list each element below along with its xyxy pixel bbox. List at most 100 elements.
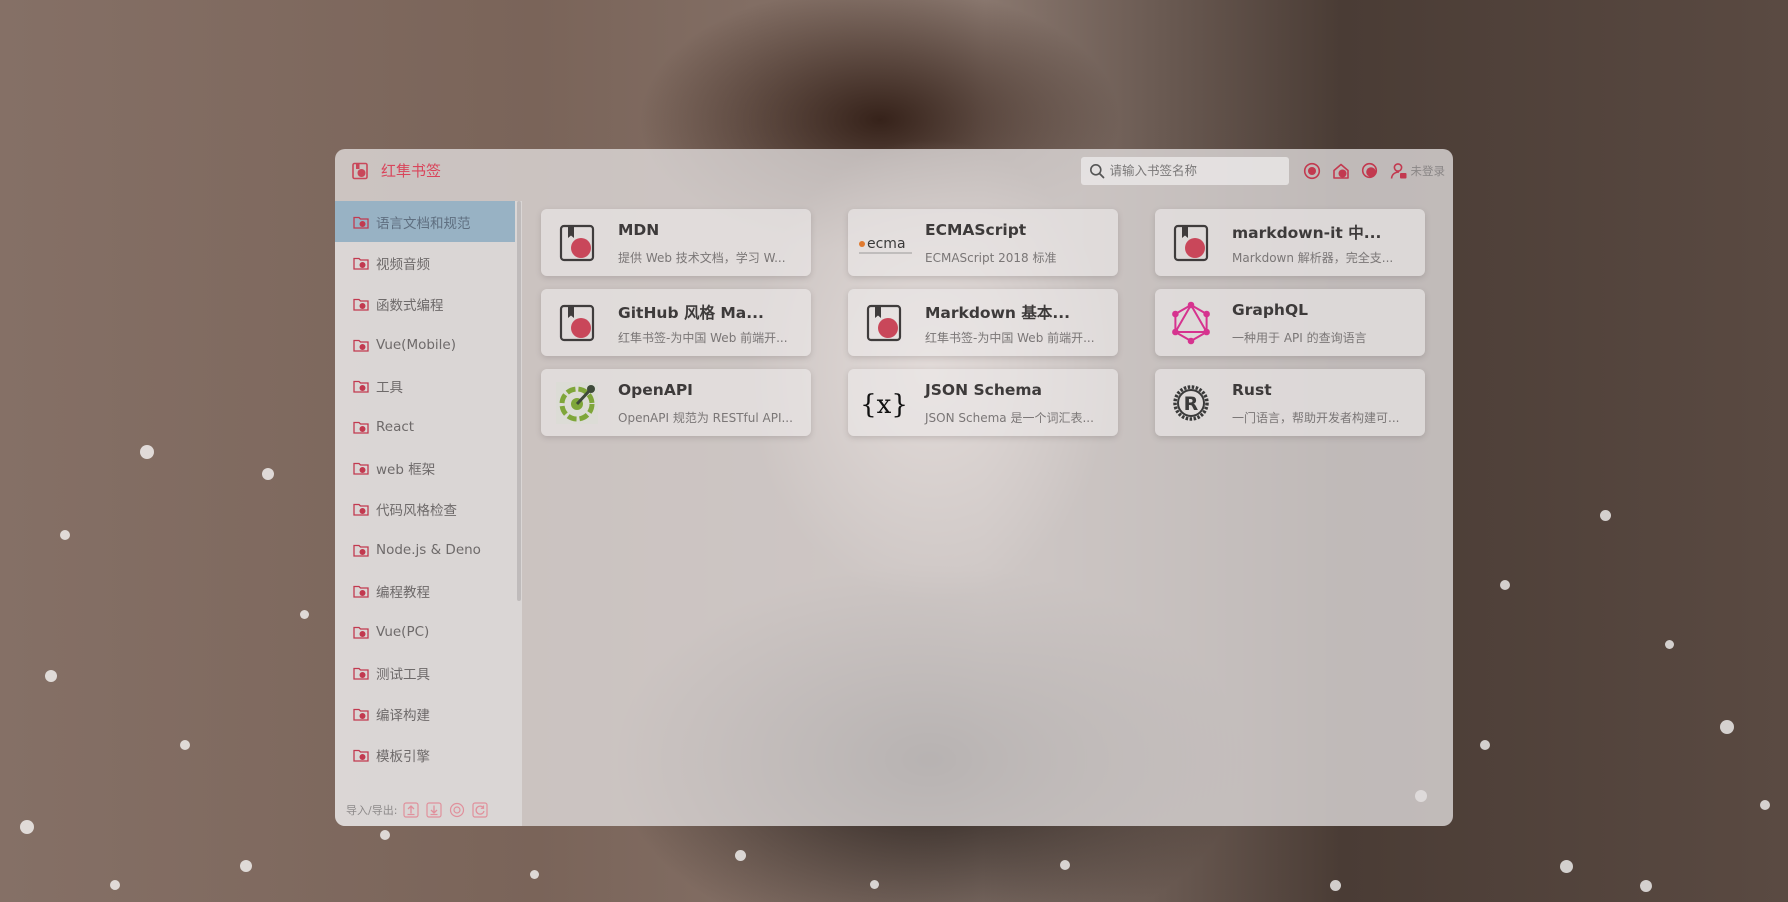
sidebar-item-label: 视频音频 bbox=[376, 256, 430, 273]
sidebar-item-label: 工具 bbox=[376, 379, 403, 396]
sidebar-item-tools[interactable]: 工具 bbox=[335, 365, 515, 406]
bookmark-icon bbox=[555, 301, 599, 345]
bookmark-icon bbox=[862, 301, 906, 345]
bookmark-card-rust[interactable]: R Rust 一门语言，帮助开发者构建可... bbox=[1155, 369, 1425, 436]
rust-logo: R bbox=[1169, 381, 1213, 425]
sidebar-item-web-frameworks[interactable]: web 框架 bbox=[335, 447, 515, 488]
app-header: 红隼书签 请输入书签名称 未登录 bbox=[335, 149, 1453, 192]
graphql-logo bbox=[1169, 301, 1213, 345]
bookmark-description: ECMAScript 2018 标准 bbox=[925, 251, 1057, 265]
sidebar-item-docs-specs[interactable]: 语言文档和规范 bbox=[335, 201, 515, 242]
bookmark-title: Rust bbox=[1232, 381, 1272, 399]
bookmark-card-markdown-basics[interactable]: Markdown 基本... 红隼书签-为中国 Web 前端开... bbox=[848, 289, 1118, 356]
bookmark-card-openapi[interactable]: OpenAPI OpenAPI 规范为 RESTful API... bbox=[541, 369, 811, 436]
sidebar-item-vue-mobile[interactable]: Vue(Mobile) bbox=[335, 324, 515, 365]
sidebar-item-video-audio[interactable]: 视频音频 bbox=[335, 242, 515, 283]
import-export-bar: 导入/导出: bbox=[346, 802, 495, 818]
folder-icon bbox=[353, 544, 369, 557]
sidebar-item-build-tools[interactable]: 编译构建 bbox=[335, 693, 515, 734]
json-schema-logo-text: {x} bbox=[862, 390, 906, 420]
sidebar-item-linting[interactable]: 代码风格检查 bbox=[335, 488, 515, 529]
sidebar-item-label: 编程教程 bbox=[376, 584, 430, 601]
json-schema-logo: {x} bbox=[862, 381, 906, 425]
bookmark-card-ecmascript[interactable]: ecma ECMAScript ECMAScript 2018 标准 bbox=[848, 209, 1118, 276]
sidebar-item-label: 函数式编程 bbox=[376, 297, 444, 314]
bookmark-title: OpenAPI bbox=[618, 381, 693, 399]
target-icon[interactable] bbox=[1361, 162, 1379, 180]
search-box[interactable] bbox=[1080, 156, 1289, 185]
record-icon[interactable] bbox=[1303, 162, 1321, 180]
sidebar-item-label: React bbox=[376, 418, 415, 435]
bookmark-card-mdn[interactable]: MDN 提供 Web 技术文档，学习 W... bbox=[541, 209, 811, 276]
bookmark-title: JSON Schema bbox=[925, 381, 1042, 399]
sidebar-item-label: Vue(PC) bbox=[376, 623, 430, 640]
ecma-logo: ecma bbox=[858, 221, 914, 265]
sidebar-item-tutorials[interactable]: 编程教程 bbox=[335, 570, 515, 611]
bookmark-description: 红隼书签-为中国 Web 前端开... bbox=[618, 331, 788, 345]
folder-icon bbox=[353, 216, 369, 229]
user-lock-icon bbox=[1390, 162, 1406, 179]
app-title: 红隼书签 bbox=[381, 162, 442, 180]
folder-icon bbox=[353, 708, 369, 721]
category-sidebar: 语言文档和规范 视频音频 函数式编程 Vue(Mobile) 工具 React bbox=[335, 201, 522, 826]
bookmark-description: OpenAPI 规范为 RESTful API... bbox=[618, 411, 793, 425]
import-export-label: 导入/导出: bbox=[346, 804, 398, 817]
bookmark-title: MDN bbox=[618, 221, 660, 239]
ecma-logo-text: ecma bbox=[867, 236, 906, 252]
bookmark-card-json-schema[interactable]: {x} JSON Schema JSON Schema 是一个词汇表... bbox=[848, 369, 1118, 436]
search-icon bbox=[1089, 163, 1104, 178]
sidebar-item-label: Vue(Mobile) bbox=[376, 336, 456, 353]
folder-icon bbox=[353, 503, 369, 516]
folder-icon bbox=[353, 339, 369, 352]
bookmark-card-github-markdown[interactable]: GitHub 风格 Ma... 红隼书签-为中国 Web 前端开... bbox=[541, 289, 811, 356]
sidebar-item-template-engines[interactable]: 模板引擎 bbox=[335, 734, 515, 775]
refresh-icon[interactable] bbox=[472, 802, 489, 818]
app-logo-icon bbox=[351, 162, 369, 180]
home-icon[interactable] bbox=[1332, 162, 1350, 180]
bookmark-description: 提供 Web 技术文档，学习 W... bbox=[618, 251, 786, 265]
bookmark-title: ECMAScript bbox=[925, 221, 1027, 239]
login-button[interactable]: 未登录 bbox=[1390, 162, 1445, 180]
bookmark-title: GitHub 风格 Ma... bbox=[618, 304, 764, 322]
sidebar-item-label: Node.js & Deno bbox=[376, 541, 481, 558]
folder-icon bbox=[353, 462, 369, 475]
bookmark-icon bbox=[1169, 221, 1213, 265]
sidebar-item-label: 代码风格检查 bbox=[376, 502, 457, 519]
sync-icon[interactable] bbox=[449, 802, 465, 818]
rust-logo-text: R bbox=[1184, 393, 1199, 415]
bookmark-title: markdown-it 中... bbox=[1232, 224, 1382, 242]
folder-icon bbox=[353, 257, 369, 270]
folder-icon bbox=[353, 667, 369, 680]
bookmark-description: 一种用于 API 的查询语言 bbox=[1232, 331, 1367, 345]
category-list: 语言文档和规范 视频音频 函数式编程 Vue(Mobile) 工具 React bbox=[335, 201, 522, 775]
bookmark-icon bbox=[555, 221, 599, 265]
folder-icon bbox=[353, 380, 369, 393]
bookmark-title: GraphQL bbox=[1232, 301, 1309, 319]
sidebar-item-label: 测试工具 bbox=[376, 666, 430, 683]
sidebar-item-label: 模板引擎 bbox=[376, 748, 430, 765]
bookmark-card-markdown-it[interactable]: markdown-it 中... Markdown 解析器，完全支... bbox=[1155, 209, 1425, 276]
app-window: 红隼书签 请输入书签名称 未登录 语言文档和规范 视频音频 函数式编程 Vue(… bbox=[335, 149, 1453, 826]
openapi-logo bbox=[555, 381, 599, 425]
bookmark-description: JSON Schema 是一个词汇表... bbox=[925, 411, 1094, 425]
sidebar-item-functional-programming[interactable]: 函数式编程 bbox=[335, 283, 515, 324]
folder-icon bbox=[353, 298, 369, 311]
sidebar-item-react[interactable]: React bbox=[335, 406, 515, 447]
sidebar-item-label: 编译构建 bbox=[376, 707, 430, 724]
bookmark-card-graphql[interactable]: GraphQL 一种用于 API 的查询语言 bbox=[1155, 289, 1425, 356]
upload-icon[interactable] bbox=[403, 802, 420, 818]
folder-icon bbox=[353, 421, 369, 434]
bookmark-grid: MDN 提供 Web 技术文档，学习 W... ecma ECMAScript … bbox=[541, 209, 1453, 826]
sidebar-item-label: 语言文档和规范 bbox=[376, 215, 471, 232]
bookmark-description: 一门语言，帮助开发者构建可... bbox=[1232, 411, 1400, 425]
folder-icon bbox=[353, 626, 369, 639]
search-input[interactable] bbox=[1109, 163, 1280, 178]
sidebar-item-nodejs-deno[interactable]: Node.js & Deno bbox=[335, 529, 515, 570]
sidebar-scrollbar[interactable] bbox=[517, 201, 521, 601]
sidebar-item-testing-tools[interactable]: 测试工具 bbox=[335, 652, 515, 693]
bookmark-description: Markdown 解析器，完全支... bbox=[1232, 251, 1394, 265]
sidebar-item-vue-pc[interactable]: Vue(PC) bbox=[335, 611, 515, 652]
sidebar-item-label: web 框架 bbox=[376, 461, 436, 478]
download-icon[interactable] bbox=[426, 802, 443, 818]
bookmark-title: Markdown 基本... bbox=[925, 304, 1070, 322]
